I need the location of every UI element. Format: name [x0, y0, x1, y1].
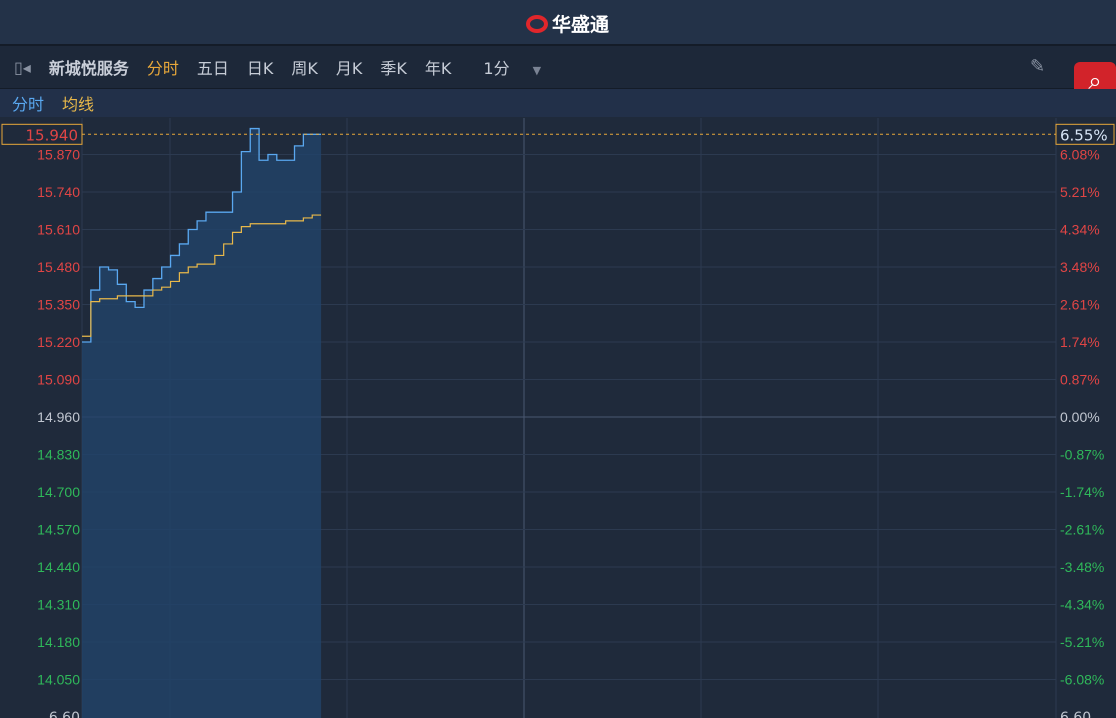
interval-select[interactable]: 1分 ▼ [483, 55, 559, 79]
price-tick-label: 15.350 [37, 297, 80, 313]
bottom-label-left: 6.60 [49, 710, 80, 718]
tab-quarterly-k[interactable]: 季K [380, 55, 407, 79]
percent-tick-label: 2.61% [1060, 297, 1100, 313]
interval-value: 1分 [483, 59, 510, 78]
bottom-label-right: 6.60 [1060, 710, 1091, 718]
tab-yearly-k[interactable]: 年K [425, 55, 452, 79]
logo-icon [526, 14, 548, 33]
percent-tick-label: -6.08% [1060, 672, 1104, 688]
percent-tick-label: -3.48% [1060, 559, 1104, 575]
legend-price: 分时 [12, 95, 45, 114]
current-price-label: 15.940 [26, 126, 79, 144]
price-tick-label: 14.180 [37, 634, 80, 650]
tab-weekly-k[interactable]: 周K [291, 55, 318, 79]
tab-monthly-k[interactable]: 月K [336, 55, 363, 79]
percent-tick-label: -4.34% [1060, 597, 1104, 613]
percent-tick-label: -5.21% [1060, 634, 1104, 650]
percent-tick-label: 6.08% [1060, 147, 1100, 163]
percent-tick-label: -2.61% [1060, 522, 1104, 538]
price-tick-label: 15.220 [37, 334, 80, 350]
price-tick-label: 14.310 [37, 597, 80, 613]
price-tick-label: 14.830 [37, 447, 80, 463]
percent-tick-label: -0.87% [1060, 447, 1104, 463]
chevron-down-icon: ▼ [532, 64, 542, 77]
stock-name: 新城悦服务 [48, 59, 129, 78]
price-tick-label: 14.050 [37, 672, 80, 688]
percent-tick-label: 3.48% [1060, 259, 1100, 275]
legend-avg: 均线 [62, 95, 95, 114]
collapse-sidebar-icon[interactable]: ▯◂ [14, 58, 31, 77]
current-pct-label: 6.55% [1060, 126, 1108, 144]
intraday-chart[interactable]: 15.870 6.08% 15.740 5.21% 15.610 4.34% 15.480 3… [0, 118, 1116, 718]
percent-tick-label: 4.34% [1060, 222, 1100, 238]
price-tick-label: 15.870 [37, 147, 80, 163]
legend-bar: 分时 均线 [0, 89, 1116, 117]
percent-tick-label: -1.74% [1060, 484, 1104, 500]
price-tick-label: 14.440 [37, 559, 80, 575]
price-tick-label: 14.700 [37, 484, 80, 500]
tab-intraday[interactable]: 分时 [147, 55, 179, 79]
tab-five-day[interactable]: 五日 [197, 55, 229, 79]
price-tick-label: 15.090 [37, 372, 80, 388]
price-tick-label: 15.610 [37, 222, 80, 238]
brand-name: 华盛通 [552, 14, 610, 36]
brand-logo: 华盛通 [526, 10, 609, 37]
pencil-icon[interactable]: ✎ [1030, 56, 1045, 77]
price-tick-label: 15.740 [37, 184, 80, 200]
chart-toolbar: ▯◂ 新城悦服务 分时 五日 日K 周K 月K 季K 年K 1分 ▼ [0, 46, 1116, 89]
percent-tick-label: 1.74% [1060, 334, 1100, 350]
percent-tick-label: 5.21% [1060, 184, 1100, 200]
tab-daily-k[interactable]: 日K [247, 55, 274, 79]
app-header: 华盛通 [0, 0, 1116, 46]
price-tick-label: 14.960 [37, 409, 80, 425]
price-area [82, 128, 322, 718]
percent-tick-label: 0.00% [1060, 409, 1100, 425]
price-tick-label: 14.570 [37, 522, 80, 538]
percent-tick-label: 0.87% [1060, 372, 1100, 388]
price-tick-label: 15.480 [37, 259, 80, 275]
